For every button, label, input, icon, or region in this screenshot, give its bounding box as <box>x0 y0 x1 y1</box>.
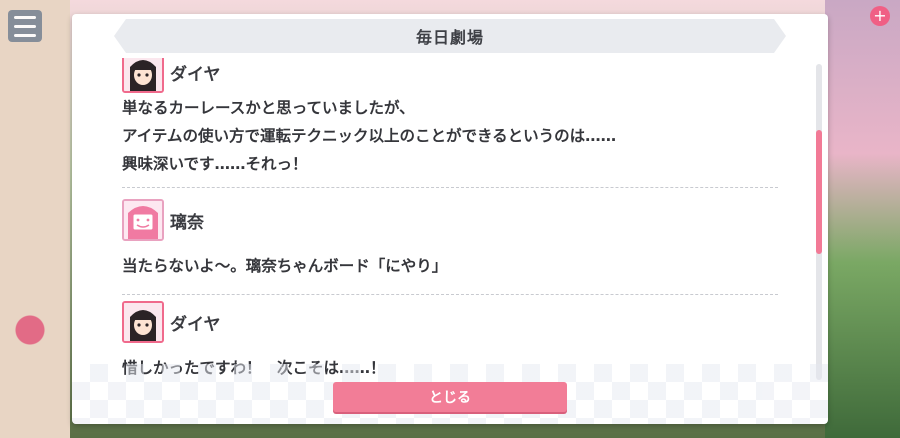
scrollbar[interactable] <box>816 64 822 380</box>
dialog-title: 毎日劇場 <box>415 28 484 47</box>
speaker-row: ダイヤ <box>122 58 778 94</box>
daily-theater-dialog: 毎日劇場 ダイヤ 単なるカーレースかと思っていましたが、 アイテムの使い方で運転… <box>72 14 828 424</box>
conversation-scroll-area[interactable]: ダイヤ 単なるカーレースかと思っていましたが、 アイテムの使い方で運転テクニック… <box>72 58 812 388</box>
speaker-name: ダイヤ <box>170 314 221 335</box>
dialog-title-banner: 毎日劇場 <box>114 19 786 53</box>
speaker-row: 璃奈 <box>122 198 778 242</box>
menu-icon[interactable] <box>8 10 42 42</box>
rina-avatar <box>122 199 164 241</box>
game-background-right <box>825 0 900 438</box>
dia-avatar <box>122 58 164 93</box>
conversation-entry: 璃奈 当たらないよ〜。璃奈ちゃんボード「にやり」 <box>122 198 778 295</box>
dialogue-line: アイテムの使い方で運転テクニック以上のことができるというのは…… <box>122 127 617 145</box>
speaker-name: 璃奈 <box>170 212 204 233</box>
dialogue-line: 単なるカーレースかと思っていましたが、 <box>122 99 415 117</box>
dialogue-line: 当たらないよ〜。璃奈ちゃんボード「にやり」 <box>122 257 448 275</box>
conversation-entry: ダイヤ 単なるカーレースかと思っていましたが、 アイテムの使い方で運転テクニック… <box>122 58 778 188</box>
close-button[interactable]: とじる <box>333 382 567 412</box>
plus-icon[interactable]: + <box>870 6 890 26</box>
scrollbar-thumb[interactable] <box>816 130 822 254</box>
speaker-name: ダイヤ <box>170 64 221 85</box>
dialogue-line: 興味深いです……それっ！ <box>122 155 308 173</box>
dia-avatar <box>122 301 164 343</box>
speaker-row: ダイヤ <box>122 300 778 344</box>
